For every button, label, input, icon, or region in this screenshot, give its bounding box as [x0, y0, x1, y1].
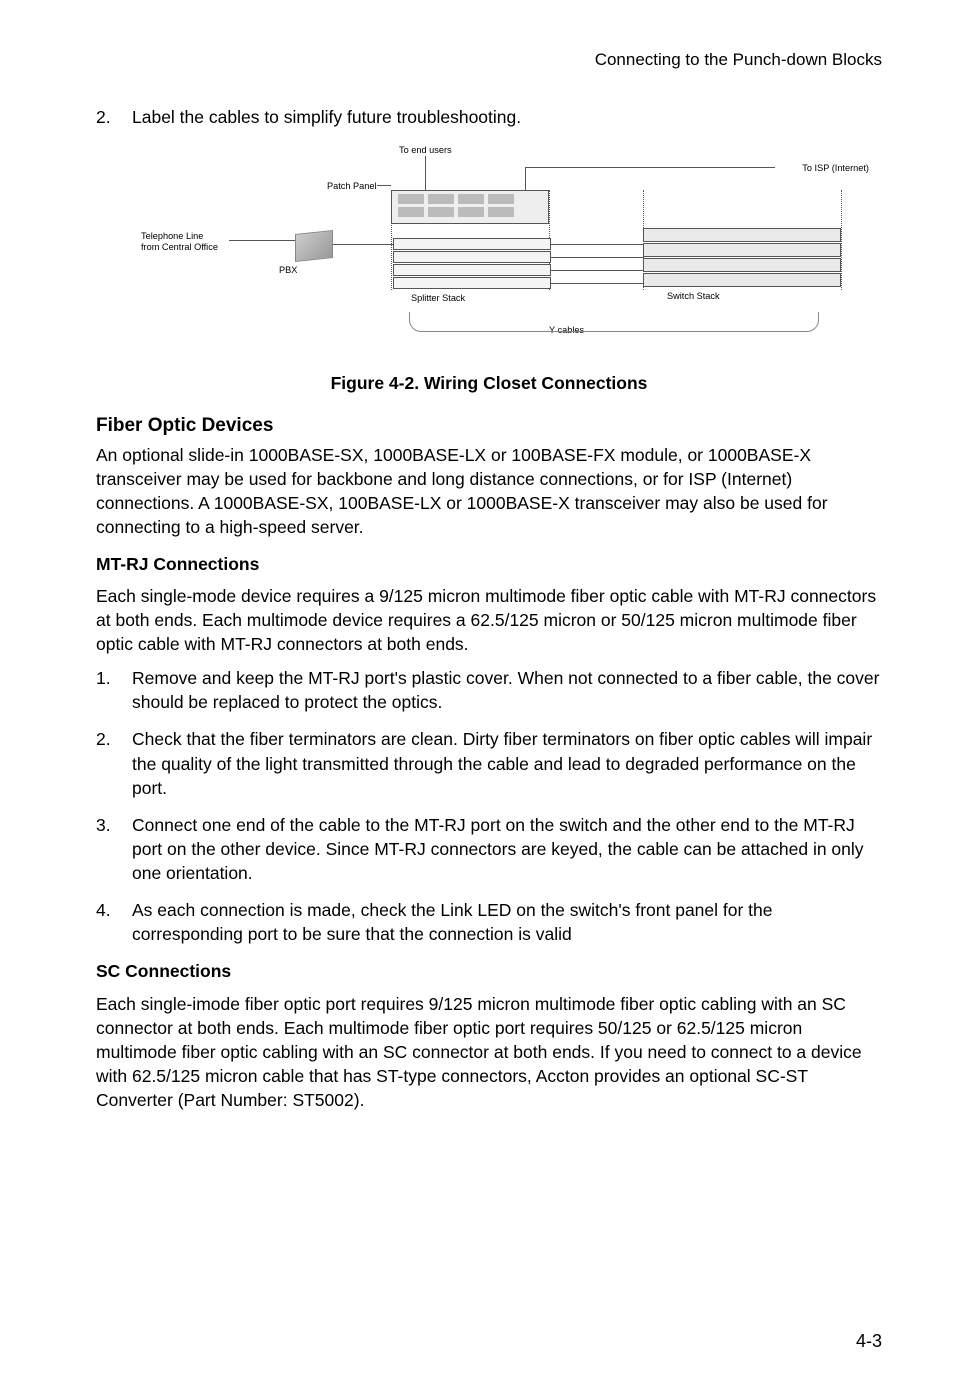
step-text: Connect one end of the cable to the MT-R…	[132, 813, 882, 885]
step-text: Label the cables to simplify future trou…	[132, 105, 882, 129]
step-number: 2.	[96, 727, 132, 799]
step-number: 3.	[96, 813, 132, 885]
step-text: Check that the fiber terminators are cle…	[132, 727, 882, 799]
step-number: 4.	[96, 898, 132, 946]
step-number: 1.	[96, 666, 132, 714]
heading-fiber-optic: Fiber Optic Devices	[96, 413, 882, 439]
label-pbx: PBX	[279, 264, 297, 277]
step-number: 2.	[96, 105, 132, 129]
list-item: 4. As each connection is made, check the…	[96, 898, 882, 946]
list-item: 3. Connect one end of the cable to the M…	[96, 813, 882, 885]
mtrj-steps: 1. Remove and keep the MT-RJ port's plas…	[96, 666, 882, 946]
step-text: As each connection is made, check the Li…	[132, 898, 882, 946]
running-header: Connecting to the Punch-down Blocks	[96, 48, 882, 71]
para-mtrj: Each single-mode device requires a 9/125…	[96, 584, 882, 656]
label-to-end-users: To end users	[399, 144, 452, 157]
step-2: 2. Label the cables to simplify future t…	[96, 105, 882, 129]
label-from-co: from Central Office	[141, 241, 218, 254]
wiring-diagram: To end users To ISP (Internet) Patch Pan…	[109, 142, 869, 357]
list-item: 1. Remove and keep the MT-RJ port's plas…	[96, 666, 882, 714]
page-number: 4-3	[856, 1329, 882, 1354]
para-sc: Each single-imode fiber optic port requi…	[96, 992, 882, 1113]
step-text: Remove and keep the MT-RJ port's plastic…	[132, 666, 882, 714]
label-to-isp: To ISP (Internet)	[802, 162, 869, 175]
pbx-box	[295, 230, 333, 262]
figure-caption: Figure 4-2. Wiring Closet Connections	[96, 371, 882, 395]
heading-mtrj: MT-RJ Connections	[96, 552, 882, 576]
list-item: 2. Check that the fiber terminators are …	[96, 727, 882, 799]
label-switch-stack: Switch Stack	[667, 290, 720, 303]
label-patch-panel: Patch Panel	[327, 180, 377, 193]
label-splitter-stack: Splitter Stack	[411, 292, 465, 305]
heading-sc: SC Connections	[96, 959, 882, 983]
para-fiber-optic: An optional slide-in 1000BASE-SX, 1000BA…	[96, 443, 882, 540]
